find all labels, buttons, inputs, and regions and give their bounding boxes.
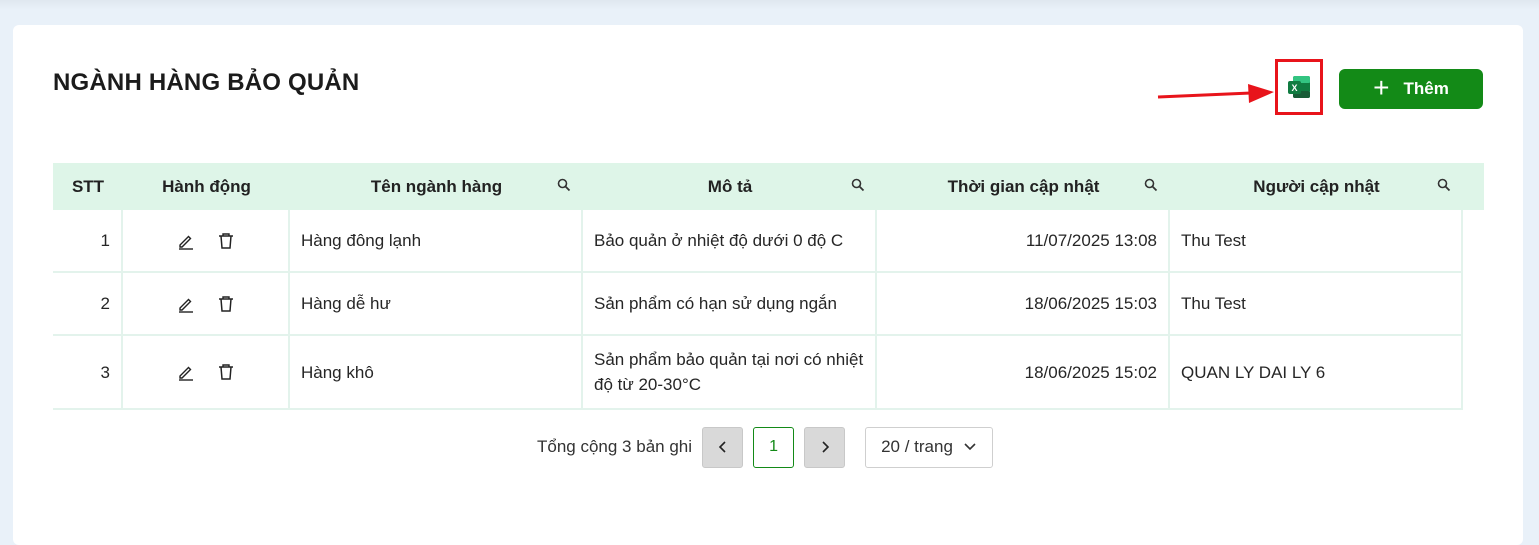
cell-desc: Bảo quản ở nhiệt độ dưới 0 độ C bbox=[583, 210, 877, 271]
cell-user: Thu Test bbox=[1170, 210, 1463, 271]
cell-actions bbox=[123, 273, 290, 334]
cell-time: 18/06/2025 15:03 bbox=[877, 273, 1170, 334]
col-actions: Hành động bbox=[162, 176, 251, 196]
cell-desc: Sản phẩm bảo quản tại nơi có nhiệt độ từ… bbox=[583, 336, 877, 408]
col-stt: STT bbox=[71, 176, 105, 196]
plus-icon: + bbox=[1373, 71, 1390, 103]
page-size-select[interactable]: 20 / trang bbox=[865, 426, 994, 468]
cell-time: 11/07/2025 13:08 bbox=[877, 210, 1170, 271]
cell-name: Hàng đông lạnh bbox=[290, 210, 583, 271]
content-card: NGÀNH HÀNG BẢO QUẢN X + Thêm STT Hành độ… bbox=[13, 25, 1523, 545]
export-excel-button[interactable]: X bbox=[1275, 59, 1323, 115]
page-size-label: 20 / trang bbox=[881, 437, 953, 456]
cell-actions bbox=[123, 336, 290, 408]
col-desc-label: Mô tả bbox=[707, 176, 753, 196]
col-user-label: Người cập nhật bbox=[1253, 176, 1380, 196]
trash-icon[interactable] bbox=[217, 363, 235, 381]
cell-user: Thu Test bbox=[1170, 273, 1463, 334]
cell-desc: Sản phẩm có hạn sử dụng ngắn bbox=[583, 273, 877, 334]
red-arrow-annotation bbox=[1157, 84, 1274, 103]
prev-page-button[interactable] bbox=[702, 426, 744, 468]
data-table: STT Hành động Tên ngành hàng Mô tả Thời … bbox=[53, 163, 1484, 410]
cell-name: Hàng dễ hư bbox=[290, 273, 583, 334]
edit-icon[interactable] bbox=[177, 363, 195, 381]
table-row: 2 Hàng dễ hư Sản phẩm có hạn sử dụng ngắ… bbox=[53, 273, 1463, 336]
cell-time: 18/06/2025 15:02 bbox=[877, 336, 1170, 408]
search-icon[interactable] bbox=[851, 178, 865, 192]
col-name: Tên ngành hàng bbox=[290, 163, 583, 210]
cell-actions bbox=[123, 210, 290, 271]
excel-icon: X bbox=[1288, 76, 1310, 98]
add-button-label: Thêm bbox=[1403, 79, 1449, 98]
search-icon[interactable] bbox=[1437, 178, 1451, 192]
table-row: 3 Hàng khô Sản phẩm bảo quản tại nơi có … bbox=[53, 336, 1463, 410]
cell-user: QUAN LY DAI LY 6 bbox=[1170, 336, 1463, 408]
cell-name: Hàng khô bbox=[290, 336, 583, 408]
pagination: Tổng cộng 3 bản ghi 1 20 / trang bbox=[537, 426, 994, 468]
col-time: Thời gian cập nhật bbox=[877, 163, 1170, 210]
edit-icon[interactable] bbox=[177, 295, 195, 313]
chevron-left-icon bbox=[718, 441, 726, 453]
search-icon[interactable] bbox=[1144, 178, 1158, 192]
col-user: Người cập nhật bbox=[1170, 163, 1463, 210]
total-records: Tổng cộng 3 bản ghi bbox=[537, 437, 693, 456]
page-button-current[interactable]: 1 bbox=[753, 426, 795, 468]
edit-icon[interactable] bbox=[177, 232, 195, 250]
search-icon[interactable] bbox=[557, 178, 571, 192]
next-page-button[interactable] bbox=[804, 426, 846, 468]
trash-icon[interactable] bbox=[217, 295, 235, 313]
cell-stt: 2 bbox=[53, 273, 123, 334]
table-header: STT Hành động Tên ngành hàng Mô tả Thời … bbox=[53, 163, 1484, 210]
cell-stt: 1 bbox=[53, 210, 123, 271]
svg-text:X: X bbox=[1291, 83, 1297, 93]
col-name-label: Tên ngành hàng bbox=[370, 176, 503, 196]
chevron-down-icon bbox=[964, 443, 976, 451]
add-button[interactable]: + Thêm bbox=[1339, 69, 1483, 109]
cell-stt: 3 bbox=[53, 336, 123, 408]
top-bar-shadow bbox=[0, 0, 1539, 10]
col-desc: Mô tả bbox=[583, 163, 877, 210]
trash-icon[interactable] bbox=[217, 232, 235, 250]
col-time-label: Thời gian cập nhật bbox=[947, 176, 1100, 196]
chevron-right-icon bbox=[821, 441, 829, 453]
table-body: 1 Hàng đông lạnh Bảo quản ở nhiệt độ dướ… bbox=[53, 210, 1463, 410]
table-row: 1 Hàng đông lạnh Bảo quản ở nhiệt độ dướ… bbox=[53, 210, 1463, 273]
page-title: NGÀNH HÀNG BẢO QUẢN bbox=[53, 69, 360, 96]
